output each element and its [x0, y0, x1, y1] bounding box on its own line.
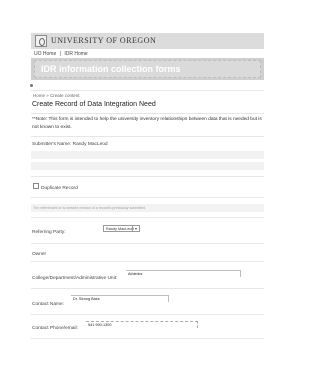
- page-banner: IDR information collection forms: [31, 58, 264, 80]
- divider: [31, 243, 264, 244]
- helper-block: The referenced or is needed version of a…: [31, 204, 264, 212]
- duplicate-record-checkbox[interactable]: [33, 183, 39, 189]
- college-label: College/Department/Administrative Unit:: [32, 276, 118, 281]
- helper-text: The referenced or is needed version of a…: [33, 206, 147, 210]
- banner-title: IDR information collection forms: [41, 64, 181, 74]
- uo-home-link[interactable]: UO Home: [34, 51, 56, 57]
- referring-party-label: Referring Party:: [32, 230, 66, 235]
- top-breadcrumb: UO Home | IDR Home: [34, 51, 90, 57]
- contact-phone-input[interactable]: 541 990-1300: [86, 321, 198, 328]
- banner-inner: IDR information collection forms: [34, 60, 261, 78]
- spacer-block: [31, 151, 264, 159]
- contact-name-value: Dr. Strong Bass: [73, 297, 100, 301]
- divider: [31, 176, 264, 177]
- divider: [31, 90, 264, 91]
- contact-name-label: Contact Name:: [32, 302, 64, 307]
- referring-party-value: Randy MacLeod: [106, 227, 134, 231]
- contact-name-input[interactable]: Dr. Strong Bass: [71, 295, 169, 302]
- divider: [31, 136, 264, 137]
- bullet-marker: [30, 84, 33, 87]
- university-header: UNIVERSITY OF OREGON: [31, 33, 264, 49]
- contact-phone-label: Contact Phone/email:: [32, 326, 78, 331]
- college-input[interactable]: Athletics: [126, 270, 241, 277]
- divider: [31, 197, 264, 198]
- page-title: Create Record of Data Integration Need: [32, 101, 156, 108]
- divider: [31, 314, 264, 315]
- spacer-block: [31, 162, 264, 170]
- contact-phone-value: 541 990-1300: [88, 323, 112, 327]
- chevron-down-icon[interactable]: ▾: [132, 226, 139, 231]
- college-value: Athletics: [128, 272, 143, 276]
- divider: [31, 288, 264, 289]
- divider: [31, 338, 264, 339]
- owner-label: Owner: [32, 252, 47, 257]
- breadcrumb-separator: |: [59, 51, 61, 57]
- divider: [31, 113, 264, 114]
- idr-home-link[interactable]: IDR Home: [64, 51, 87, 57]
- uo-logo-icon: [35, 35, 47, 47]
- divider: [31, 217, 264, 218]
- university-name[interactable]: UNIVERSITY OF OREGON: [51, 36, 156, 45]
- referring-party-select[interactable]: Randy MacLeod ▾: [103, 225, 140, 232]
- submitter-name: Submitter's Name: Randy MacLeod: [32, 142, 108, 147]
- duplicate-record-label: Duplicate Record: [41, 186, 78, 191]
- content-breadcrumb[interactable]: Home » Create content: [33, 93, 80, 98]
- divider: [31, 261, 264, 262]
- form-note: **Note: This form is intended to help th…: [32, 117, 262, 130]
